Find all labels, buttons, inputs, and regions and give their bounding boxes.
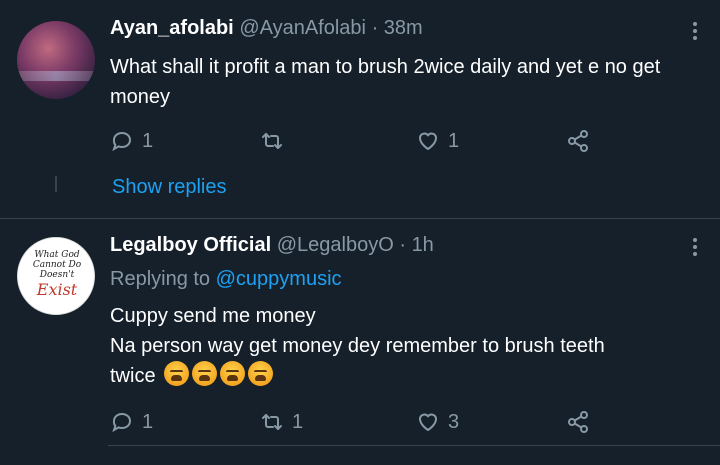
timestamp[interactable]: 1h (412, 234, 434, 256)
retweet-icon (262, 414, 282, 430)
separator: · (399, 234, 406, 256)
mention-link[interactable]: @cuppymusic (216, 268, 342, 290)
timestamp[interactable]: 38m (384, 17, 423, 39)
weary-face-emoji (220, 361, 246, 386)
retweet-button[interactable]: 1 (260, 407, 303, 437)
like-button[interactable]: 3 (416, 407, 459, 437)
share-button[interactable] (566, 407, 590, 437)
tweet-text: What shall it profit a man to brush 2wic… (110, 56, 661, 108)
more-options-icon[interactable] (692, 238, 698, 258)
tweet-line: Na person way get money dey remember to … (110, 335, 605, 357)
display-name[interactable]: Ayan_afolabi (110, 17, 234, 39)
reply-icon (112, 131, 132, 152)
share-button[interactable] (566, 126, 590, 156)
replying-to: Replying to @cuppymusic (110, 265, 342, 293)
tweet-text: Cuppy send me money Na person way get mo… (110, 301, 710, 391)
tweet-header: Ayan_afolabi @AyanAfolabi · 38m (110, 14, 423, 42)
weary-face-emoji (164, 361, 190, 386)
user-handle[interactable]: @AyanAfolabi (239, 17, 366, 39)
display-name[interactable]: Legalboy Official (110, 234, 271, 256)
divider (108, 445, 720, 446)
reply-button[interactable]: 1 (110, 126, 153, 156)
tweet-header: Legalboy Official @LegalboyO · 1h (110, 231, 434, 259)
tweet[interactable]: Ayan_afolabi @AyanAfolabi · 38m What sha… (0, 0, 720, 218)
retweet-count: 1 (292, 410, 304, 433)
avatar-logo: What God Cannot Do Doesn't Exist (32, 250, 82, 299)
avatar[interactable]: What God Cannot Do Doesn't Exist (17, 237, 95, 315)
tweet[interactable]: What God Cannot Do Doesn't Exist Legalbo… (0, 219, 720, 465)
avatar[interactable] (17, 21, 95, 99)
action-bar: 1 1 (110, 126, 630, 156)
retweet-icon (262, 133, 282, 149)
thread-line (55, 176, 57, 192)
tweet-line-last: twice (110, 361, 710, 391)
more-options-icon[interactable] (692, 22, 698, 42)
heart-icon (418, 413, 438, 432)
share-icon (568, 130, 588, 152)
action-bar: 1 1 3 (110, 407, 630, 437)
reply-count: 1 (142, 129, 154, 152)
replying-to-label: Replying to (110, 268, 211, 290)
heart-icon (418, 132, 438, 151)
like-count: 3 (448, 410, 460, 433)
weary-face-emoji (248, 361, 274, 386)
reply-count: 1 (142, 410, 154, 433)
reply-icon (112, 412, 132, 433)
tweet-line: Cuppy send me money (110, 305, 316, 327)
weary-face-emoji (192, 361, 218, 386)
reply-button[interactable]: 1 (110, 407, 153, 437)
show-replies-link[interactable]: Show replies (112, 173, 227, 201)
separator: · (371, 17, 379, 39)
retweet-button[interactable] (260, 126, 292, 156)
user-handle[interactable]: @LegalboyO (277, 234, 394, 256)
share-icon (568, 411, 588, 433)
like-button[interactable]: 1 (416, 126, 459, 156)
like-count: 1 (448, 129, 460, 152)
emoji-group (161, 361, 274, 387)
